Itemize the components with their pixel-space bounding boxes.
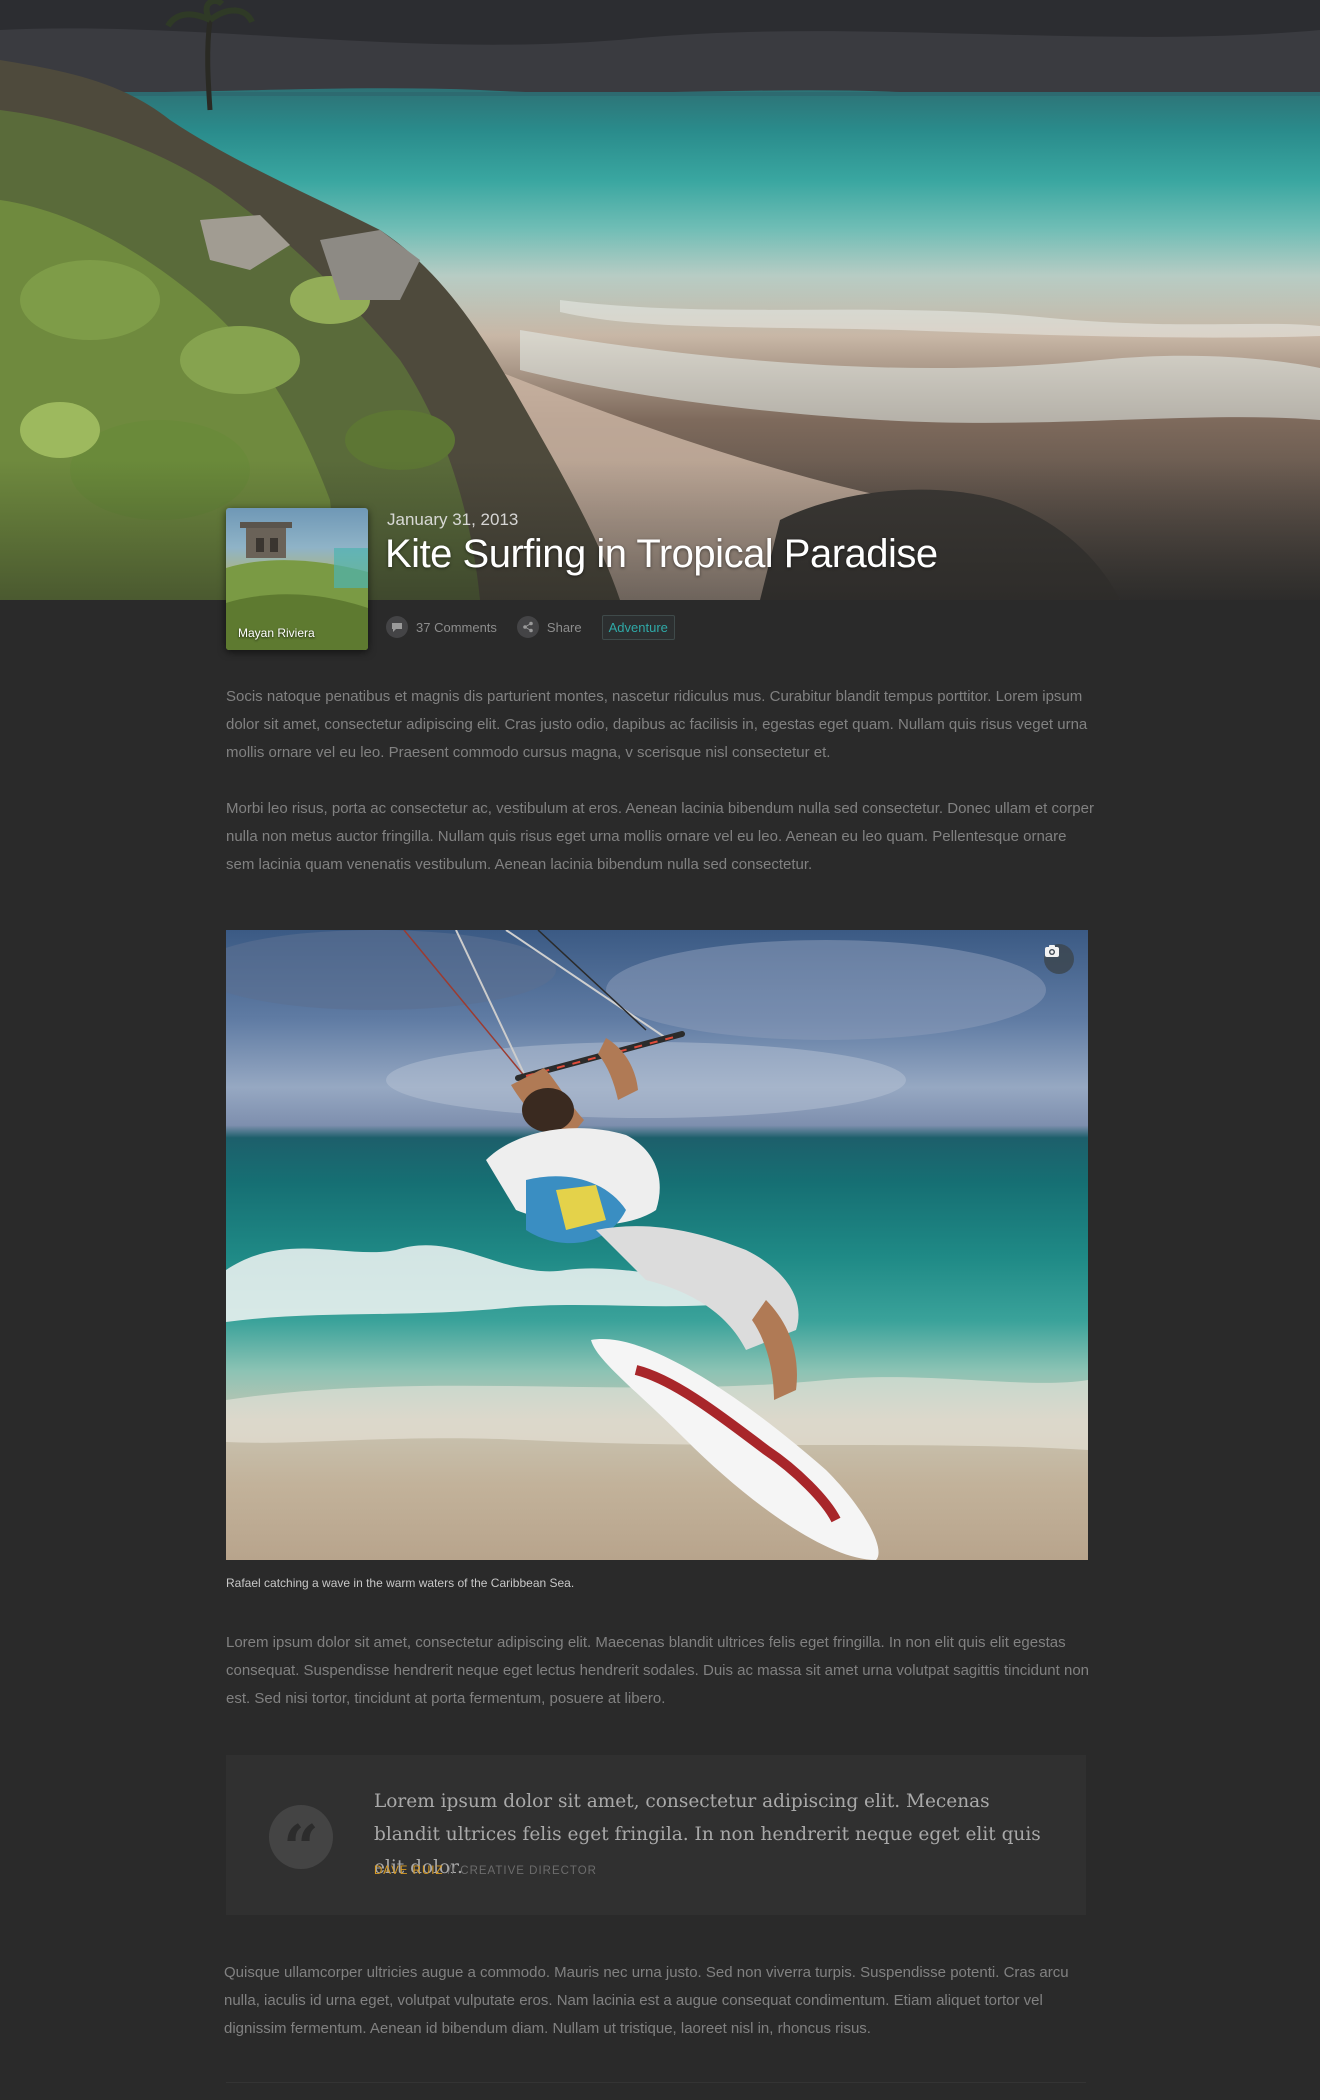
hero-image <box>0 0 1320 600</box>
thumbnail-caption: Mayan Riviera <box>238 626 315 640</box>
post-meta: 37 Comments Share Adventure <box>386 614 675 640</box>
quote-role: CREATIVE DIRECTOR <box>460 1865 597 1877</box>
share-link[interactable]: Share <box>516 616 582 638</box>
pull-quote: “ Lorem ipsum dolor sit amet, consectetu… <box>226 1755 1086 1915</box>
camera-icon[interactable] <box>1044 944 1074 974</box>
post-title: Kite Surfing in Tropical Paradise <box>385 532 938 576</box>
location-thumbnail[interactable]: Mayan Riviera <box>226 508 368 650</box>
kitesurfer-illustration <box>226 930 1088 1560</box>
quote-author: DAVE RUIZ <box>374 1865 444 1877</box>
quote-separator: // <box>443 1865 461 1877</box>
quote-attribution: DAVE RUIZ // CREATIVE DIRECTOR <box>374 1865 597 1877</box>
comments-count: 37 Comments <box>416 619 497 635</box>
kitesurf-photo[interactable] <box>226 930 1088 1560</box>
intro-paragraph-1: Socis natoque penatibus et magnis dis pa… <box>226 688 1088 761</box>
comments-link[interactable]: 37 Comments <box>386 616 497 638</box>
intro-paragraph-2: Morbi leo risus, porta ac consectetur ac… <box>226 800 1094 873</box>
share-icon <box>516 616 539 638</box>
category-tag[interactable]: Adventure <box>601 614 675 640</box>
photo-caption: Rafael catching a wave in the warm water… <box>226 1576 575 1590</box>
section-divider <box>226 2082 1086 2083</box>
body-paragraph-3: Lorem ipsum dolor sit amet, consectetur … <box>226 1634 1090 1707</box>
body-paragraph-4: Quisque ullamcorper ultricies augue a co… <box>224 1964 1069 2037</box>
post-date: January 31, 2013 <box>387 510 519 529</box>
speech-bubble-icon <box>386 616 408 638</box>
quote-mark-icon: “ <box>269 1805 333 1884</box>
hero-gradient-overlay <box>0 460 1320 600</box>
share-label: Share <box>546 619 582 635</box>
